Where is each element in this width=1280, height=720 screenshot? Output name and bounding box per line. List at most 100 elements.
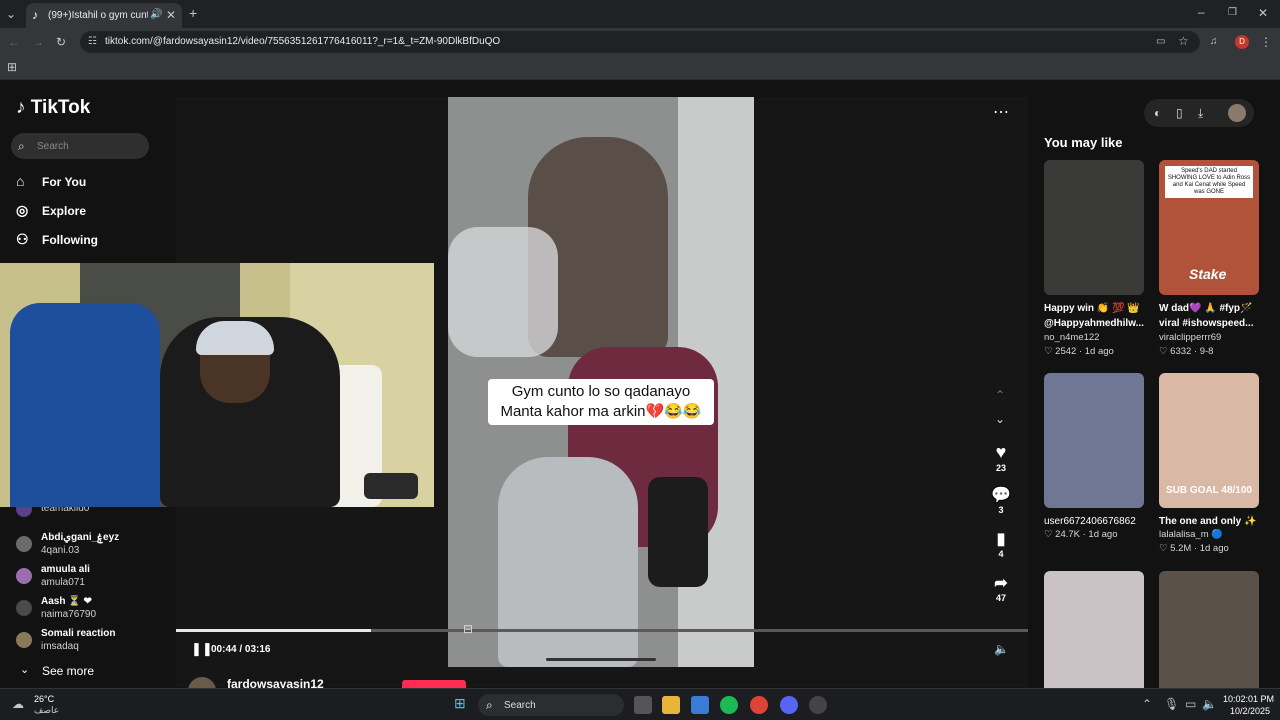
profile-avatar[interactable] xyxy=(1228,104,1246,122)
pause-icon[interactable]: ❚❚ xyxy=(191,642,213,655)
discord-icon[interactable] xyxy=(780,696,798,714)
video-bag-shape xyxy=(448,227,558,357)
forward-icon[interactable]: → xyxy=(32,36,44,48)
save-button[interactable]: ▮ 4 xyxy=(988,529,1014,559)
card-stats: ♡ 6332 · 9-8 xyxy=(1159,346,1214,357)
caption-line: Gym cunto lo so qadanayo xyxy=(511,383,691,400)
thumb-overlay-text: Stake xyxy=(1189,266,1227,282)
browser-tab[interactable]: ♪ (99+)Istahil o gym cunto ka 🔊 ✕ xyxy=(26,3,182,28)
search-input[interactable]: ⌕ Search xyxy=(11,133,149,159)
site-info-icon[interactable]: ☷ xyxy=(88,36,97,48)
more-options-icon[interactable]: ⋯ xyxy=(993,105,1009,121)
top-actions: ◐ ▯ ⤓ xyxy=(1144,99,1254,127)
following-icon: ⚇ xyxy=(16,231,29,247)
speaker-icon[interactable]: 🔈 xyxy=(1202,698,1217,710)
followed-account[interactable]: Aash ⏳ ❤ naima76790 xyxy=(16,596,166,630)
comment-button[interactable]: 💬 3 xyxy=(988,485,1014,515)
weather-desc: عاصف xyxy=(34,705,60,715)
followed-account[interactable]: amuula ali amula071 xyxy=(16,564,166,598)
close-tab-icon[interactable]: ✕ xyxy=(166,9,176,21)
apps-grid-icon[interactable]: ⊞ xyxy=(7,61,17,73)
task-view-icon[interactable] xyxy=(634,696,652,714)
app-icon[interactable] xyxy=(809,696,827,714)
card-stats: ♡ 24.7K · 1d ago xyxy=(1044,529,1118,540)
time-display: 00:44 / 03:16 xyxy=(211,644,271,655)
address-bar-row: ← → ↻ ☷ tiktok.com/@fardowsayasin12/vide… xyxy=(0,28,1280,56)
see-more-label: See more xyxy=(42,664,95,678)
card-title: Happy win 👏 💯 👑 xyxy=(1044,303,1140,314)
windows-start-icon[interactable]: ⊞ xyxy=(454,696,466,710)
like-count: 23 xyxy=(995,463,1006,473)
progress-bar[interactable] xyxy=(176,629,1028,632)
card-title: user6672406676862 xyxy=(1044,516,1136,527)
card-stats: ♡ 2542 · 1d ago xyxy=(1044,346,1114,357)
thumb-overlay-text: SUB GOAL 48/100 xyxy=(1166,485,1252,496)
video-thumbnail xyxy=(1044,571,1144,688)
card-author: no_n4me122 xyxy=(1044,332,1100,343)
browser-menu-icon[interactable]: ⋮ xyxy=(1260,36,1272,48)
store-icon[interactable] xyxy=(691,696,709,714)
followed-account[interactable]: Abdiيgani_ۼeyz 4qani.03 xyxy=(16,532,166,566)
minimize-icon[interactable]: – xyxy=(1198,6,1205,18)
card-title: W dad💜 🙏 #fyp🪄 xyxy=(1159,303,1253,314)
tiktok-logo[interactable]: ♪ TikTok xyxy=(16,97,90,119)
progress-fill xyxy=(176,629,372,632)
tray-chevron-icon[interactable]: ⌃ xyxy=(1142,698,1152,710)
clock-time[interactable]: 10:02:01 PM xyxy=(1223,694,1274,704)
audio-playing-icon[interactable]: 🔊 xyxy=(150,9,162,21)
weather-temp: 26°C xyxy=(34,694,55,704)
bookmark-star-icon[interactable]: ☆ xyxy=(1178,35,1189,47)
nav-label: Explore xyxy=(42,204,87,218)
chevron-up-icon[interactable]: ⌃ xyxy=(995,389,1005,401)
card-author: viralclipperrr69 xyxy=(1159,332,1222,343)
close-window-icon[interactable]: ✕ xyxy=(1258,7,1268,19)
chrome-icon[interactable] xyxy=(750,696,768,714)
device-icon[interactable]: ▯ xyxy=(1176,107,1183,119)
volume-icon[interactable]: 🔈 xyxy=(994,643,1009,655)
clock-date[interactable]: 10/2/2025 xyxy=(1230,706,1270,716)
video-thumbnail: SUB GOAL 48/100 xyxy=(1159,373,1259,508)
account-user: imsadaq xyxy=(41,641,79,652)
webcam-food-shape xyxy=(364,473,418,499)
chevron-down-icon: ⌄ xyxy=(20,664,30,676)
card-author: lalalalisa_m 🔵 xyxy=(1159,529,1224,540)
nav-label: Following xyxy=(42,233,98,247)
bookmark-bar: ⊞ xyxy=(0,56,1280,80)
author-row[interactable]: fardowsayasin12 xyxy=(188,677,488,688)
share-button[interactable]: ➦ 47 xyxy=(988,573,1014,603)
follow-button[interactable] xyxy=(402,680,466,688)
os-taskbar: ☁ 26°C عاصف ⊞ ⌕ Search ⌃ 🎙 ▭ 🔈 10:02:01 … xyxy=(0,688,1280,720)
chevron-down-icon[interactable]: ⌄ xyxy=(995,413,1005,425)
url-field[interactable]: ☷ tiktok.com/@fardowsayasin12/video/7556… xyxy=(80,31,1200,53)
taskbar-search[interactable]: ⌕ Search xyxy=(478,694,624,716)
avatar xyxy=(16,568,32,584)
media-control-icon[interactable]: ♫ xyxy=(1210,36,1218,48)
caption-toggle-icon[interactable]: ⊟ xyxy=(463,623,473,635)
download-icon[interactable]: ⤓ xyxy=(1198,107,1203,119)
account-name: Somali reaction xyxy=(41,628,116,639)
profile-avatar[interactable]: D xyxy=(1235,35,1249,49)
microphone-icon[interactable]: 🎙 xyxy=(1164,698,1179,710)
reload-icon[interactable]: ↻ xyxy=(56,36,66,48)
card-stats: ♡ 5.2M · 1d ago xyxy=(1159,543,1229,554)
maximize-icon[interactable]: ❐ xyxy=(1228,7,1237,19)
coin-icon[interactable]: ◐ xyxy=(1154,107,1161,119)
file-explorer-icon[interactable] xyxy=(662,696,680,714)
recommendations-heading: You may like xyxy=(1044,135,1123,150)
like-button[interactable]: ♥ 23 xyxy=(988,442,1014,473)
spotify-icon[interactable] xyxy=(720,696,738,714)
share-count: 47 xyxy=(995,593,1006,603)
card-title: The one and only ✨ xyxy=(1159,516,1257,527)
video-frame[interactable]: Gym cunto lo so qadanayo Manta kahor ma … xyxy=(448,97,754,667)
account-user: 4qani.03 xyxy=(41,545,80,556)
install-app-icon[interactable]: ▭ xyxy=(1156,36,1165,48)
tiktok-logo-icon: ♪ xyxy=(16,97,31,118)
back-icon[interactable]: ← xyxy=(8,36,20,48)
comment-count: 3 xyxy=(998,505,1004,515)
followed-account[interactable]: Somali reaction imsadaq xyxy=(16,628,166,662)
taskbar-search-label: Search xyxy=(504,700,536,711)
weather-icon[interactable]: ☁ xyxy=(12,698,24,710)
new-tab-icon[interactable]: + xyxy=(189,6,197,20)
tab-list-icon[interactable]: ⌄ xyxy=(6,8,16,20)
network-icon[interactable]: ▭ xyxy=(1185,698,1196,710)
